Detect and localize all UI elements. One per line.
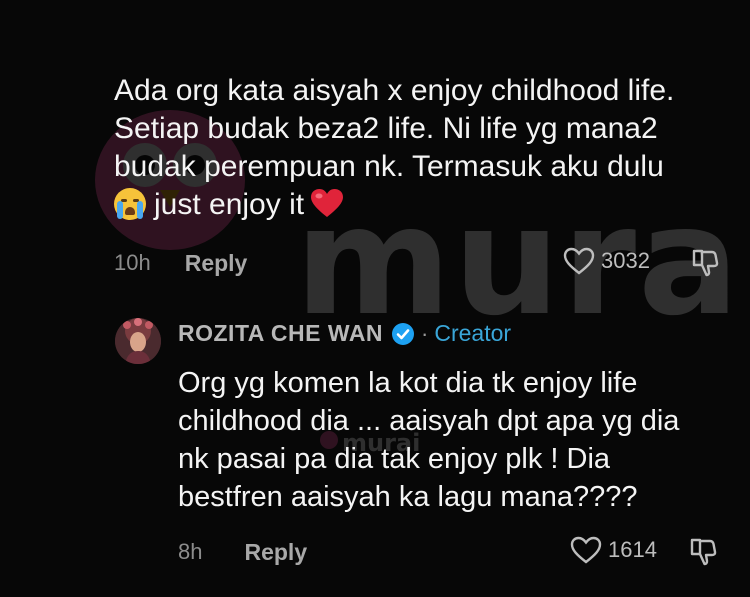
comment-body: Ada org kata aisyah x enjoy childhood li… <box>114 72 724 224</box>
comment-timestamp: 10h <box>114 250 151 275</box>
comment: Ada org kata aisyah x enjoy childhood li… <box>114 72 724 224</box>
verified-badge-icon <box>392 322 415 345</box>
reply-line: bestfren aaisyah ka lagu mana???? <box>178 481 638 513</box>
comment-last-line: just enjoy it <box>114 186 724 224</box>
reply-like-count: 1614 <box>608 537 657 562</box>
dislike-icon[interactable] <box>690 248 720 278</box>
reply-header: ROZITA CHE WAN · Creator <box>178 320 511 347</box>
comment-line: Setiap budak beza2 life. Ni life yg mana… <box>114 112 658 145</box>
comment-line: just enjoy it <box>154 188 305 221</box>
separator-dot: · <box>421 320 429 346</box>
comment-line: budak perempuan nk. Termasuk aku dulu <box>114 150 664 183</box>
dislike-icon[interactable] <box>688 537 718 567</box>
creator-badge: Creator <box>434 320 512 346</box>
red-heart-emoji-icon <box>311 189 344 217</box>
avatar[interactable] <box>115 318 161 364</box>
crying-face-emoji-icon <box>114 188 146 220</box>
comment-line: Ada org kata aisyah x enjoy childhood li… <box>114 74 675 107</box>
reply-body: Org yg komen la kot dia tk enjoy life ch… <box>178 364 738 516</box>
reply-line: nk pasai pa dia tak enjoy plk ! Dia <box>178 443 611 475</box>
comment-reply-button[interactable]: Reply <box>185 250 248 277</box>
comment-like-button[interactable]: 3032 <box>563 247 650 275</box>
heart-outline-icon[interactable] <box>570 536 602 564</box>
comment-meta: 10h Reply <box>114 248 247 278</box>
reply-meta: 8h Reply <box>178 537 307 567</box>
reply-timestamp: 8h <box>178 539 203 564</box>
reply-reply-button[interactable]: Reply <box>244 539 307 566</box>
reply-line: childhood dia ... aaisyah dpt apa yg dia <box>178 405 680 437</box>
reply-line: Org yg komen la kot dia tk enjoy life <box>178 367 638 399</box>
avatar-image <box>115 318 161 364</box>
reply-author-name[interactable]: ROZITA CHE WAN <box>178 320 383 347</box>
heart-outline-icon[interactable] <box>563 247 595 275</box>
reply-like-button[interactable]: 1614 <box>570 536 657 564</box>
comment-like-count: 3032 <box>601 248 650 273</box>
